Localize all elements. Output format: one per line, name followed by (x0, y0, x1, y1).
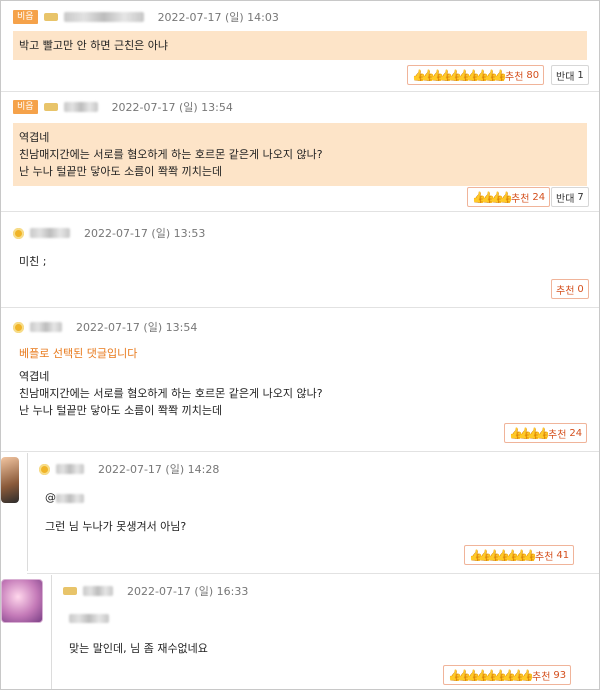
blurred-mention[interactable] (69, 614, 109, 623)
upvote-label: 추천 (532, 671, 551, 683)
blurred-nickname[interactable] (56, 464, 84, 474)
comment-datetime: 2022-07-17 (일) 13:54 (76, 321, 198, 334)
upvote-button[interactable]: 👍👍👍👍 추천 24 (504, 423, 588, 443)
level-icon (43, 13, 58, 21)
thumbs-up-icon: 👍👍👍👍 (472, 190, 513, 204)
blurred-nickname[interactable] (63, 12, 144, 22)
comment-content: @ 그런 님 누나가 못생겨서 아님? (39, 483, 587, 541)
comment-line: 미친 ; (19, 255, 47, 268)
comment-datetime: 2022-07-17 (일) 14:28 (98, 463, 220, 476)
downvote-count: 7 (577, 191, 584, 203)
comment-content: 베플로 선택된 댓글입니다 역겹네 친남매지간에는 서로를 혐오하게 하는 호르… (13, 339, 587, 425)
comment-line: 친남매지간에는 서로를 혐오하게 하는 호르몬 같은게 나오지 않나? (19, 148, 323, 161)
upvote-button[interactable]: 👍👍👍👍👍👍👍 추천 41 (464, 545, 575, 565)
thumbs-up-icon: 👍👍👍👍 (509, 426, 550, 440)
upvote-count: 24 (532, 191, 546, 203)
upvote-button[interactable]: 추천 0 (551, 279, 589, 299)
upvote-count: 0 (577, 283, 584, 295)
comment-datetime: 2022-07-17 (일) 13:53 (84, 227, 206, 240)
downvote-button[interactable]: 반대 1 (551, 65, 589, 85)
blurred-nickname[interactable] (30, 322, 62, 332)
user-badge: 비읍 (13, 10, 38, 24)
comment-line: 난 누나 털끝만 닿아도 소름이 쫙쫙 끼치는데 (19, 165, 223, 178)
user-badge: 비읍 (13, 100, 38, 114)
thumbs-up-icon: 👍👍👍👍👍👍👍👍👍 (448, 668, 534, 682)
upvote-label: 추천 (535, 551, 554, 563)
comment-line: 맞는 말인데, 님 좀 재수없네요 (69, 642, 208, 655)
upvote-label: 추천 (548, 429, 567, 441)
upvote-button[interactable]: 👍👍👍👍👍👍👍👍👍 추천 93 (443, 665, 572, 685)
comment-meta: 비읍 2022-07-17 (일) 13:54 (13, 99, 233, 115)
avatar[interactable] (1, 579, 43, 623)
comment-meta: 2022-07-17 (일) 16:33 (63, 583, 248, 599)
upvote-button[interactable]: 👍👍👍👍 추천 24 (467, 187, 551, 207)
comment-line: 난 누나 털끝만 닿아도 소름이 쫙쫙 끼치는데 (19, 404, 223, 417)
comment-list: 비읍 2022-07-17 (일) 14:03 박고 빨고만 안 하면 근친은 … (0, 0, 600, 690)
comment-content: 역겹네 친남매지간에는 서로를 혐오하게 하는 호르몬 같은게 나오지 않나? … (13, 123, 587, 186)
comment-content: 박고 빨고만 안 하면 근친은 아냐 (13, 31, 587, 60)
blurred-nickname[interactable] (83, 586, 113, 596)
upvote-label: 추천 (505, 71, 524, 83)
comment-meta: 2022-07-17 (일) 13:53 (13, 225, 205, 241)
blurred-nickname[interactable] (63, 102, 98, 112)
comment-item: 비읍 2022-07-17 (일) 13:54 역겹네 친남매지간에는 서로를 … (1, 91, 599, 212)
comment-line: 역겹네 (19, 131, 50, 144)
comment-datetime: 2022-07-17 (일) 16:33 (127, 585, 249, 598)
downvote-count: 1 (577, 69, 584, 81)
comment-line: 역겹네 (19, 370, 50, 383)
sun-level-icon (13, 227, 24, 239)
blurred-nickname[interactable] (30, 228, 70, 238)
thumbs-up-icon: 👍👍👍👍👍👍👍👍👍👍 (412, 68, 507, 82)
reply-comment-item: 2022-07-17 (일) 14:28 @ 그런 님 누나가 못생겨서 아님?… (27, 451, 599, 574)
upvote-count: 24 (569, 427, 583, 439)
comment-content: 맞는 말인데, 님 좀 재수없네요 (63, 605, 587, 663)
downvote-label: 반대 (556, 71, 575, 83)
thumbs-up-icon: 👍👍👍👍👍👍👍 (469, 548, 537, 562)
comment-meta: 비읍 2022-07-17 (일) 14:03 (13, 9, 279, 25)
comment-line: 친남매지간에는 서로를 혐오하게 하는 호르몬 같은게 나오지 않나? (19, 387, 323, 400)
avatar[interactable] (1, 457, 19, 503)
best-comment-label: 베플로 선택된 댓글입니다 (19, 347, 138, 360)
mention[interactable]: @ (45, 489, 581, 506)
sun-level-icon (39, 463, 50, 475)
level-icon (43, 103, 58, 111)
upvote-count: 93 (553, 669, 567, 681)
downvote-label: 반대 (556, 193, 575, 205)
comment-item: 비읍 2022-07-17 (일) 14:03 박고 빨고만 안 하면 근친은 … (1, 1, 599, 92)
comment-meta: 2022-07-17 (일) 13:54 (13, 319, 197, 335)
downvote-button[interactable]: 반대 7 (551, 187, 589, 207)
upvote-button[interactable]: 👍👍👍👍👍👍👍👍👍👍 추천 80 (407, 65, 545, 85)
best-comment-item: 2022-07-17 (일) 13:54 베플로 선택된 댓글입니다 역겹네 친… (1, 307, 599, 452)
comment-datetime: 2022-07-17 (일) 13:54 (111, 101, 233, 114)
sun-level-icon (13, 321, 24, 333)
reply-comment-item: 2022-07-17 (일) 16:33 맞는 말인데, 님 좀 재수없네요 👍… (51, 573, 599, 689)
comment-item: 2022-07-17 (일) 13:53 미친 ; 추천 0 (1, 213, 599, 308)
upvote-label: 추천 (511, 193, 530, 205)
comment-content: 미친 ; (13, 247, 587, 276)
comment-datetime: 2022-07-17 (일) 14:03 (157, 11, 279, 24)
upvote-count: 41 (556, 549, 570, 561)
comment-meta: 2022-07-17 (일) 14:28 (39, 461, 219, 477)
comment-line: 그런 님 누나가 못생겨서 아님? (45, 520, 187, 533)
comment-line: 박고 빨고만 안 하면 근친은 아냐 (19, 39, 169, 52)
upvote-label: 추천 (556, 285, 575, 297)
upvote-count: 80 (526, 69, 540, 81)
level-icon (63, 587, 77, 595)
